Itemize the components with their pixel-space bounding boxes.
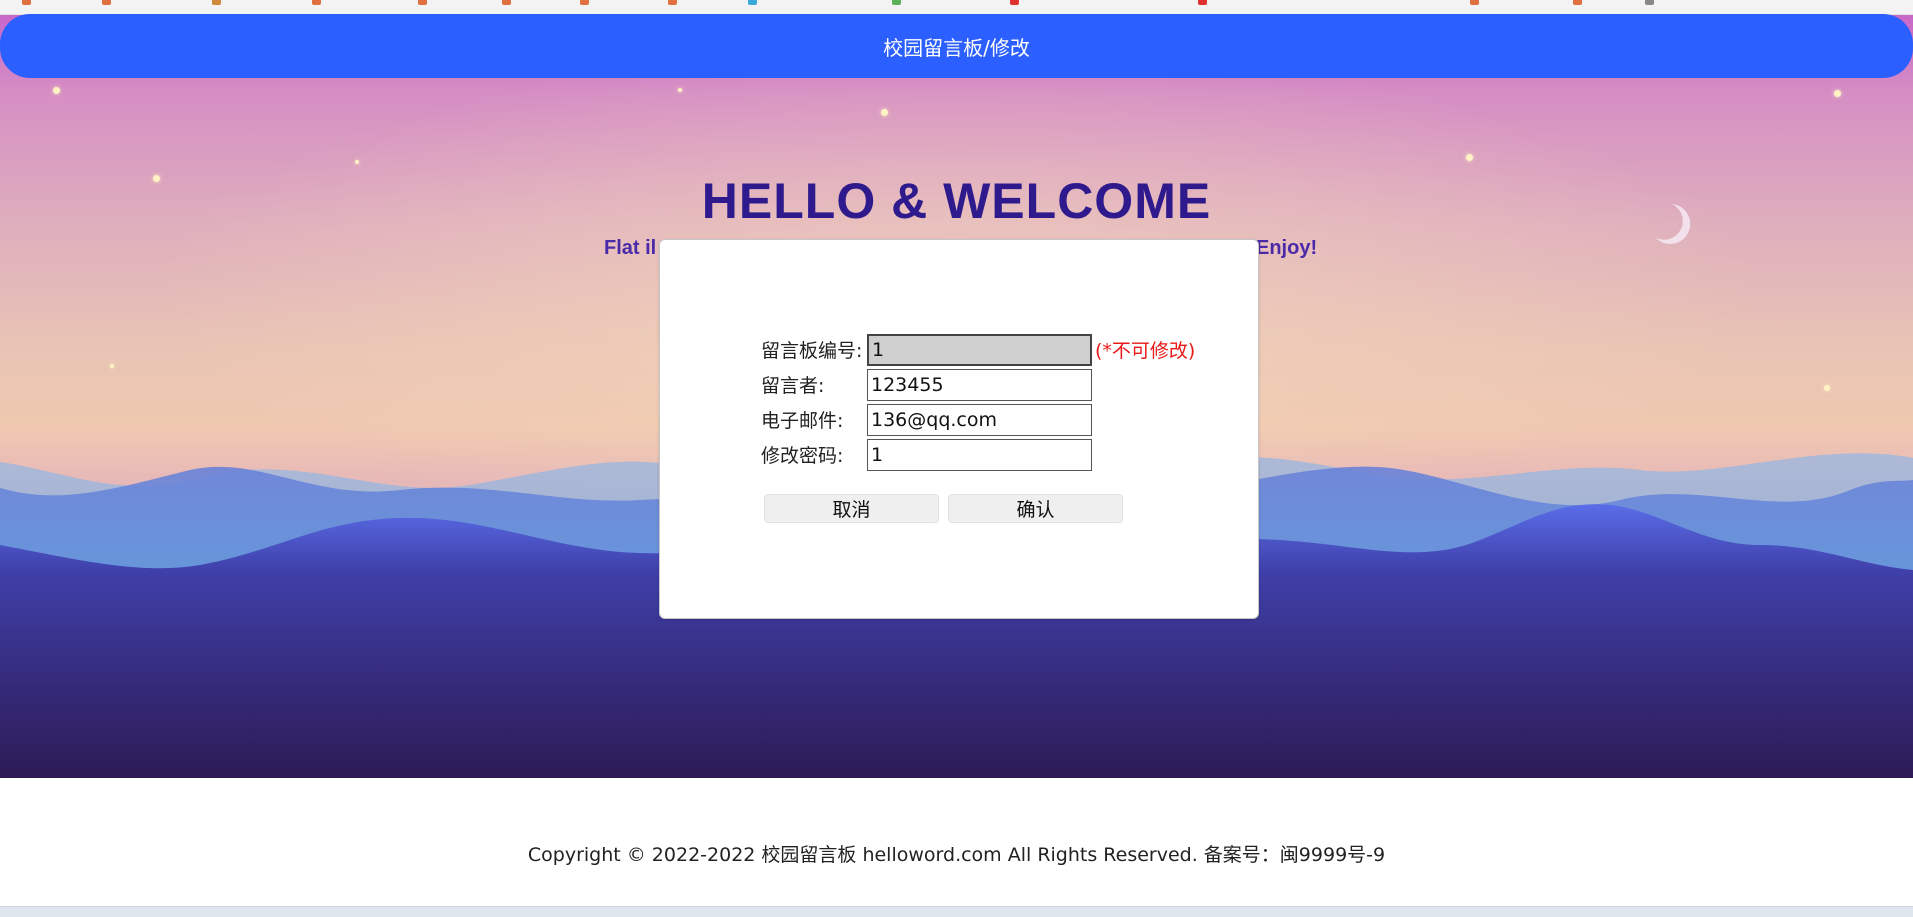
browser-bookmark-bar [0, 0, 1913, 15]
taskbar-strip [0, 906, 1913, 917]
bookmark-icon[interactable] [418, 0, 427, 5]
bookmark-icon[interactable] [502, 0, 511, 5]
bookmark-icon[interactable] [1198, 0, 1207, 5]
confirm-button[interactable]: 确认 [948, 494, 1123, 523]
bookmark-icon[interactable] [212, 0, 221, 5]
message-id-input[interactable] [867, 334, 1092, 366]
edit-message-dialog: 留言板编号: (*不可修改) 留言者: 电子邮件: 修改密码: 取消 确认 [659, 239, 1259, 619]
bookmark-icon[interactable] [892, 0, 901, 5]
page-header-bar: 校园留言板/修改 [0, 14, 1913, 78]
bookmark-icon[interactable] [748, 0, 757, 5]
readonly-note: (*不可修改) [1095, 340, 1196, 362]
welcome-subtitle-right: Enjoy! [1256, 237, 1318, 259]
message-id-label: 留言板编号: [761, 340, 863, 362]
page-title: 校园留言板/修改 [883, 35, 1030, 60]
author-input[interactable] [867, 369, 1092, 401]
author-label: 留言者: [761, 375, 825, 397]
bookmark-icon[interactable] [1470, 0, 1479, 5]
welcome-heading: HELLO & WELCOME [701, 173, 1212, 229]
bookmark-icon[interactable] [22, 0, 31, 5]
bookmark-icon[interactable] [1573, 0, 1582, 5]
bookmark-icon[interactable] [1010, 0, 1019, 5]
bookmark-icon[interactable] [668, 0, 677, 5]
bookmark-icon[interactable] [580, 0, 589, 5]
cancel-button[interactable]: 取消 [764, 494, 939, 523]
password-input[interactable] [867, 439, 1092, 471]
welcome-subtitle-left: Flat il [604, 237, 657, 259]
bookmark-icon[interactable] [312, 0, 321, 5]
bookmark-icon[interactable] [1645, 0, 1654, 5]
email-label: 电子邮件: [761, 410, 844, 432]
email-input[interactable] [867, 404, 1092, 436]
footer-copyright: Copyright © 2022-2022 校园留言板 helloword.co… [527, 844, 1386, 866]
password-label: 修改密码: [761, 445, 844, 467]
bookmark-icon[interactable] [102, 0, 111, 5]
